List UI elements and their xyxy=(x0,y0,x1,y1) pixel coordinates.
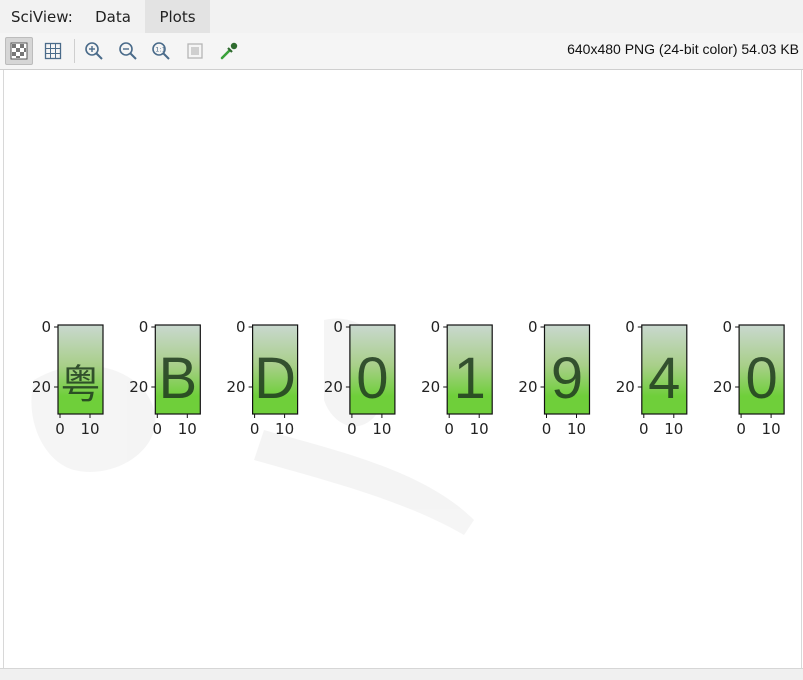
color-picker-button[interactable] xyxy=(215,37,243,65)
x-tick-label: 0 xyxy=(55,420,65,438)
tab-data-label: Data xyxy=(95,8,131,26)
y-tick-label: 0 xyxy=(625,318,635,336)
y-tick-label: 0 xyxy=(431,318,441,336)
toolbar-separator xyxy=(74,39,75,63)
panel-character: 0 xyxy=(745,346,777,411)
y-tick-label: 20 xyxy=(129,378,148,396)
x-tick-label: 0 xyxy=(153,420,163,438)
x-tick-label: 10 xyxy=(567,420,586,438)
y-tick-label: 20 xyxy=(324,378,343,396)
y-tick-label: 20 xyxy=(616,378,635,396)
y-tick-label: 20 xyxy=(32,378,51,396)
figure: 粤0200 10B0200 10D0200 1000200 1010200 1090200… xyxy=(31,318,785,535)
fit-to-window-icon xyxy=(187,43,203,59)
grid-button[interactable] xyxy=(39,37,67,65)
y-tick-label: 0 xyxy=(139,318,149,336)
svg-text:1:1: 1:1 xyxy=(155,46,165,54)
zoom-in-button[interactable] xyxy=(80,37,108,65)
color-picker-icon xyxy=(220,42,238,60)
y-tick-label: 0 xyxy=(723,318,733,336)
title-bar: SciView: Data Plots xyxy=(0,0,803,34)
panel-6: 90200 10 xyxy=(518,318,591,438)
x-tick-label: 0 xyxy=(542,420,552,438)
panel-8: 00200 10 xyxy=(713,318,785,438)
grid-icon xyxy=(44,42,62,60)
status-strip xyxy=(0,668,803,680)
y-tick-label: 0 xyxy=(41,318,51,336)
y-tick-label: 20 xyxy=(421,378,440,396)
app-label: SciView: xyxy=(11,8,73,26)
tab-data[interactable]: Data xyxy=(85,0,141,33)
x-tick-label: 0 xyxy=(444,420,454,438)
x-tick-label: 0 xyxy=(250,420,260,438)
x-tick-label: 0 xyxy=(639,420,649,438)
x-tick-label: 10 xyxy=(664,420,683,438)
panel-character: 1 xyxy=(454,346,486,411)
y-tick-label: 0 xyxy=(333,318,343,336)
y-tick-label: 20 xyxy=(518,378,537,396)
panel-character: 4 xyxy=(648,346,680,411)
panel-character: 粤 xyxy=(61,363,101,407)
x-tick-label: 0 xyxy=(347,420,357,438)
panel-character: 9 xyxy=(551,346,583,411)
checker-background-button[interactable] xyxy=(5,37,33,65)
y-tick-label: 0 xyxy=(236,318,246,336)
x-tick-label: 10 xyxy=(762,420,781,438)
toolbar: 1:1 640x480 PNG (24-bit color) 54.03 KB xyxy=(0,33,803,70)
tab-plots-label: Plots xyxy=(159,8,196,26)
image-info-text: 640x480 PNG (24-bit color) 54.03 KB xyxy=(567,41,799,57)
panel-character: B xyxy=(158,346,197,411)
zoom-out-icon xyxy=(119,42,137,60)
checker-background-icon xyxy=(10,42,28,60)
zoom-in-icon xyxy=(85,42,103,60)
panel-5: 10200 10 xyxy=(421,318,493,438)
panel-7: 40200 10 xyxy=(616,318,688,438)
x-tick-label: 10 xyxy=(275,420,294,438)
fit-to-window-button[interactable] xyxy=(181,37,209,65)
panel-character: 0 xyxy=(356,346,388,411)
x-tick-label: 10 xyxy=(178,420,197,438)
zoom-out-button[interactable] xyxy=(114,37,142,65)
y-tick-label: 20 xyxy=(227,378,246,396)
x-tick-label: 10 xyxy=(470,420,489,438)
y-tick-label: 20 xyxy=(713,378,732,396)
actual-size-button[interactable]: 1:1 xyxy=(147,37,175,65)
panel-3: D0200 10 xyxy=(227,318,299,438)
tab-plots[interactable]: Plots xyxy=(145,0,210,33)
x-tick-label: 10 xyxy=(372,420,391,438)
x-tick-label: 0 xyxy=(736,420,746,438)
panel-character: D xyxy=(254,346,296,411)
actual-size-icon: 1:1 xyxy=(152,42,170,60)
x-tick-label: 10 xyxy=(80,420,99,438)
plot-canvas: 粤 0 20 0 10 B 0 20 0 10 D 0 20 0 10 0 0 20 0 10 1 0 20 0 10 9 0 20 0… xyxy=(3,70,802,668)
y-tick-label: 0 xyxy=(528,318,538,336)
